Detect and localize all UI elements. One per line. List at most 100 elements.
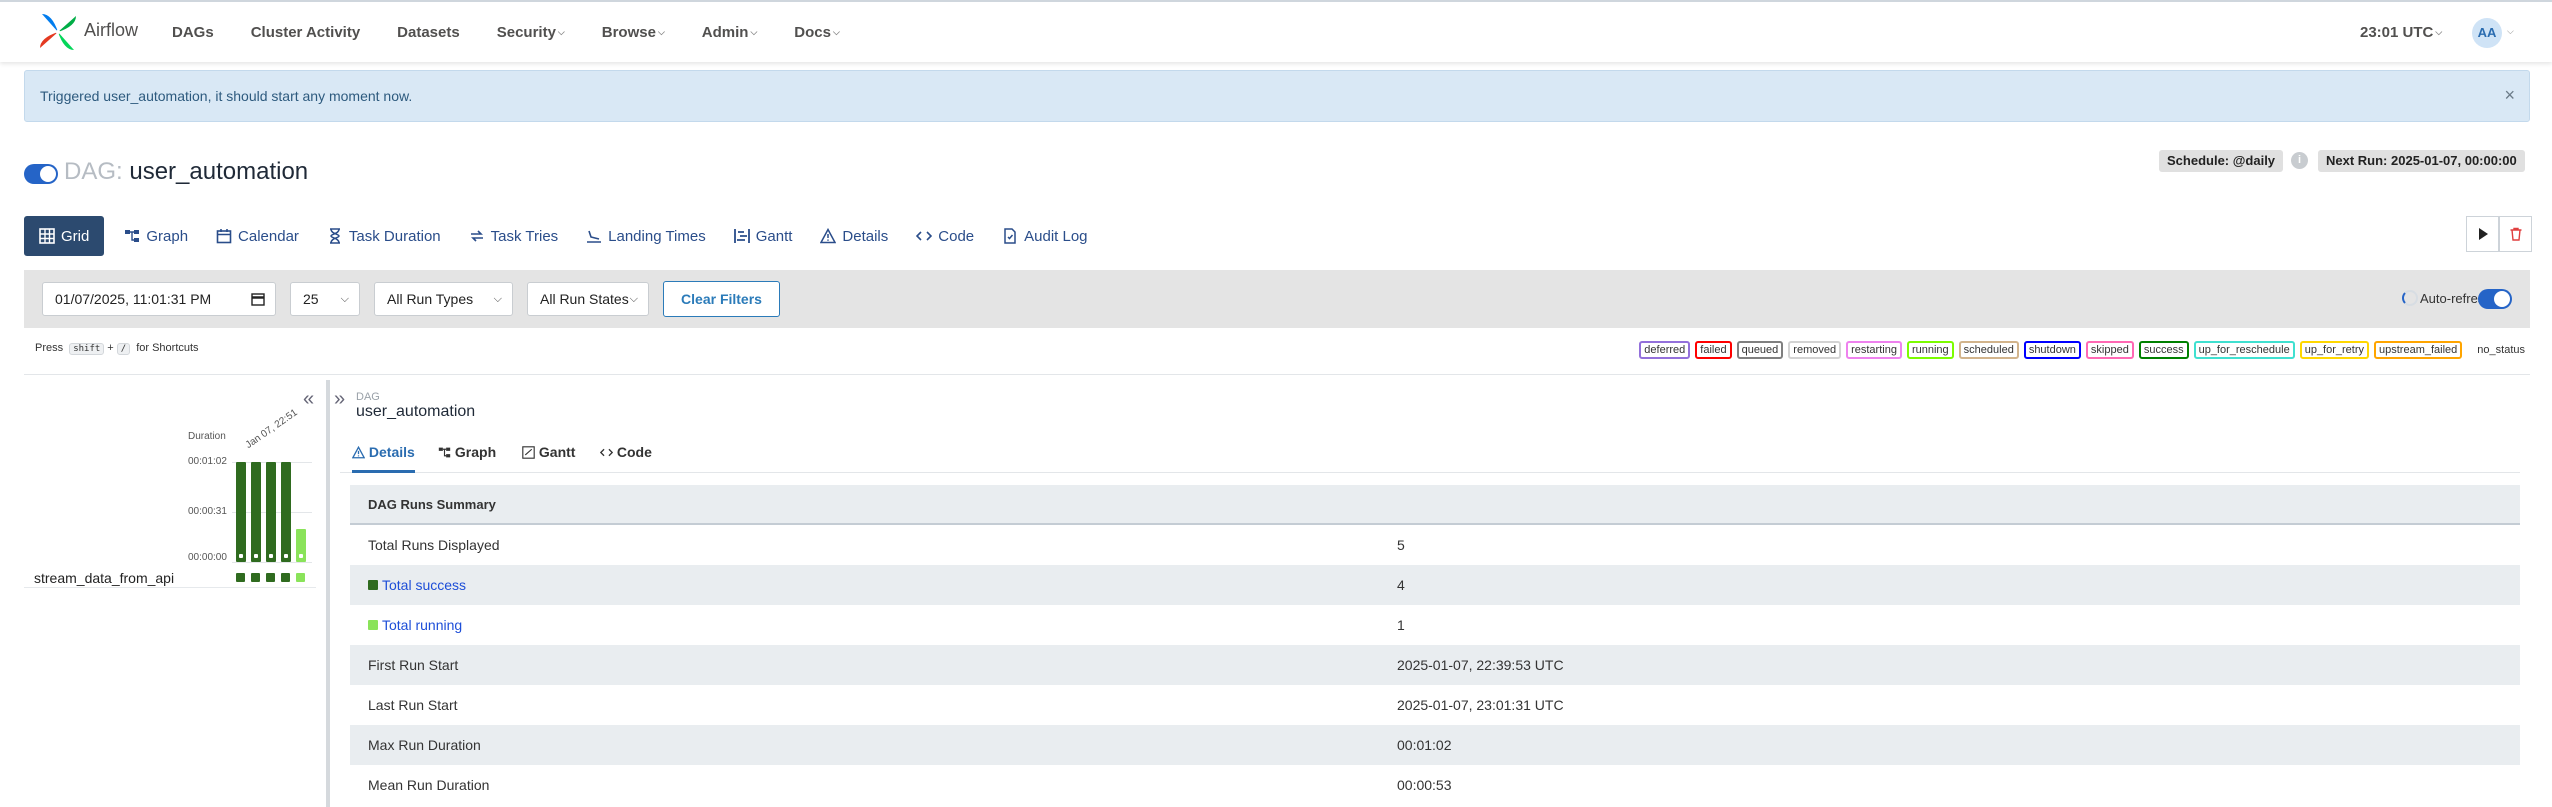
run-bar[interactable] (281, 462, 291, 562)
legend-up-for-reschedule[interactable]: up_for_reschedule (2193, 341, 2295, 359)
tab-code[interactable]: Code (916, 216, 974, 256)
tab-calendar[interactable]: Calendar (216, 216, 299, 256)
chevron-down-icon: ⌵ (493, 293, 502, 305)
calendar-icon (216, 229, 232, 244)
dag-pause-toggle[interactable] (24, 164, 58, 184)
nav-browse-label: Browse (601, 24, 656, 41)
auto-refresh-toggle[interactable] (2478, 289, 2512, 309)
warning-triangle-icon (351, 445, 366, 459)
run-state-select[interactable]: All Run States ⌵ (527, 282, 649, 316)
collapse-grid-icon[interactable]: « (303, 388, 314, 411)
legend-success[interactable]: success (2138, 341, 2189, 359)
clear-filters-button[interactable]: Clear Filters (663, 281, 780, 317)
subtab-code[interactable]: Code (599, 435, 652, 473)
delete-dag-button[interactable] (2499, 216, 2532, 252)
legend-running[interactable]: running (1906, 341, 1954, 359)
nav-docs-menu[interactable]: Docs ⌵ (794, 24, 840, 41)
subtab-gantt[interactable]: Gantt (522, 435, 575, 473)
nav-browse-menu[interactable]: Browse ⌵ (602, 24, 665, 41)
shift-key: shift (69, 343, 105, 355)
nav-datasets[interactable]: Datasets (397, 24, 460, 41)
utc-clock[interactable]: 23:01 UTC ⌵ (2360, 24, 2442, 41)
legend-upstream-failed[interactable]: upstream_failed (2374, 341, 2463, 359)
details-subtabs: Details Graph Gantt Code (340, 435, 2520, 473)
summary-row-mean-duration: Mean Run Duration 00:00:53 (350, 765, 2520, 805)
run-type-marker (254, 554, 258, 558)
run-bar[interactable] (266, 462, 276, 562)
dag-title: DAG: user_automation (64, 158, 308, 186)
legend-removed[interactable]: removed (1788, 341, 1842, 359)
legend-no-status[interactable]: no_status (2467, 341, 2530, 359)
task-instance-square[interactable] (281, 573, 290, 582)
summary-row-max-duration: Max Run Duration 00:01:02 (350, 725, 2520, 765)
breadcrumb-label: DAG (356, 391, 380, 403)
legend-restarting[interactable]: restarting (1846, 341, 1902, 359)
toggle-knob (40, 166, 56, 182)
num-runs-select[interactable]: 25 ⌵ (290, 282, 360, 316)
task-name: stream_data_from_api (34, 570, 175, 586)
nav-admin-label: Admin (701, 24, 749, 41)
tab-details[interactable]: Details (820, 216, 888, 256)
calendar-icon[interactable] (251, 292, 265, 306)
subtab-details[interactable]: Details (351, 435, 415, 473)
run-bar[interactable] (296, 529, 306, 562)
slash-key: / (116, 343, 131, 355)
legend-skipped[interactable]: skipped (2085, 341, 2134, 359)
state-legend: deferred failed queued removed restarting run… (1639, 341, 2530, 359)
total-success-link[interactable]: Total success (368, 565, 466, 605)
tab-gantt[interactable]: Gantt (733, 216, 792, 256)
nav-dags[interactable]: DAGs (172, 24, 214, 41)
total-running-link[interactable]: Total running (368, 605, 462, 645)
close-icon[interactable]: × (2504, 85, 2515, 106)
tab-audit-log[interactable]: Audit Log (1002, 216, 1088, 256)
run-bar[interactable] (236, 462, 246, 562)
brand-name[interactable]: Airflow (84, 20, 138, 41)
panel-splitter[interactable] (326, 380, 330, 807)
run-type-select[interactable]: All Run Types ⌵ (374, 282, 513, 316)
nav-links: DAGs Cluster Activity Datasets Security ⌵… (172, 24, 877, 41)
subtab-graph[interactable]: Graph (438, 435, 496, 473)
gantt-icon (733, 229, 750, 243)
run-type-marker (239, 554, 243, 558)
duration-tick: 00:01:02 (188, 456, 227, 467)
chevron-down-icon: ⌵ (557, 27, 565, 37)
dag-view-tabs: Grid Graph Calendar Task Duration Task T… (24, 216, 1116, 256)
legend-failed[interactable]: failed (1695, 341, 1732, 359)
airflow-logo-icon[interactable] (36, 10, 80, 54)
legend-queued[interactable]: queued (1736, 341, 1784, 359)
tab-graph[interactable]: Graph (124, 216, 188, 256)
toggle-knob (2494, 291, 2510, 307)
legend-deferred[interactable]: deferred (1639, 341, 1691, 359)
task-instance-square[interactable] (236, 573, 245, 582)
gridline (232, 562, 312, 563)
tab-task-tries[interactable]: Task Tries (469, 216, 559, 256)
trigger-dag-button[interactable] (2466, 216, 2499, 252)
legend-shutdown[interactable]: shutdown (2023, 341, 2081, 359)
tab-graph-label: Graph (146, 227, 189, 245)
summary-key: First Run Start (368, 657, 459, 673)
task-instance-square[interactable] (266, 573, 275, 582)
breadcrumb-dag[interactable]: user_automation (356, 403, 475, 421)
task-instance-square[interactable] (251, 573, 260, 582)
summary-value: 2025-01-07, 23:01:31 UTC (1397, 697, 1564, 713)
tab-task-duration[interactable]: Task Duration (327, 216, 441, 256)
legend-scheduled[interactable]: scheduled (1958, 341, 2019, 359)
tab-grid[interactable]: Grid (24, 216, 105, 256)
tab-landing-times[interactable]: Landing Times (586, 216, 706, 256)
expand-details-icon[interactable]: » (334, 388, 345, 411)
info-icon[interactable]: i (2291, 152, 2308, 169)
chevron-down-icon[interactable]: ⌵ (2507, 26, 2514, 37)
tab-task-tries-label: Task Tries (490, 227, 559, 245)
base-date-input[interactable]: 01/07/2025, 11:01:31 PM (42, 282, 276, 316)
nav-security-menu[interactable]: Security ⌵ (497, 24, 565, 41)
play-icon (2479, 228, 2488, 240)
alert-message: Triggered user_automation, it should sta… (40, 88, 413, 104)
legend-up-for-retry[interactable]: up_for_retry (2299, 341, 2370, 359)
summary-key: Mean Run Duration (368, 777, 490, 793)
nav-cluster-activity[interactable]: Cluster Activity (251, 24, 360, 41)
user-avatar[interactable]: AA (2472, 18, 2502, 48)
task-instance-square[interactable] (296, 573, 305, 582)
shortcuts-prefix: Press (35, 342, 64, 354)
run-bar[interactable] (251, 462, 261, 562)
nav-admin-menu[interactable]: Admin ⌵ (702, 24, 758, 41)
